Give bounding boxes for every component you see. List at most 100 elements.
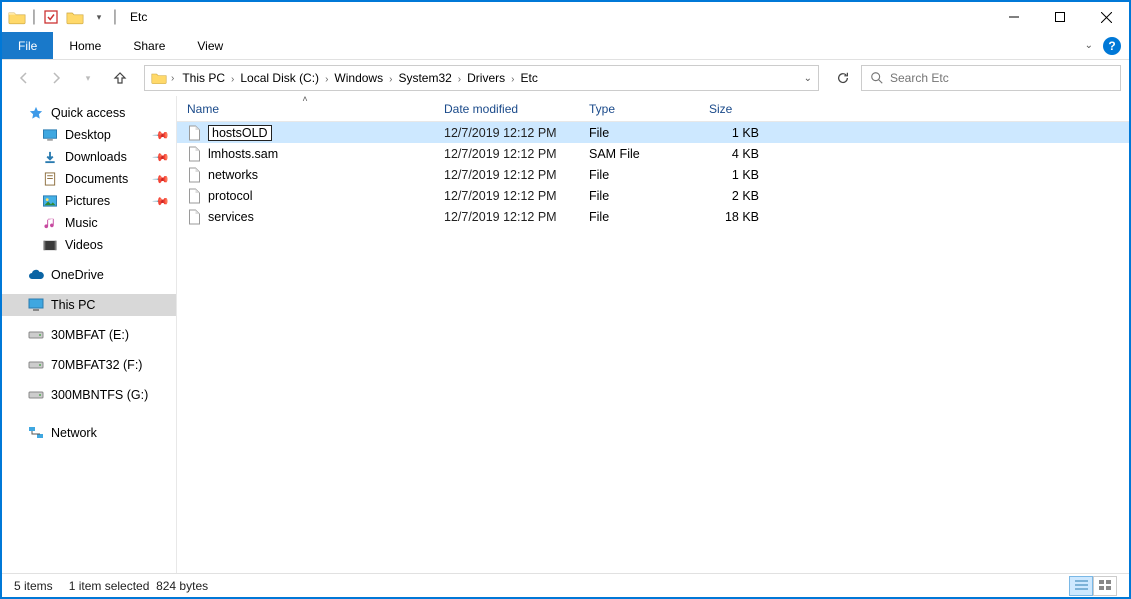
help-icon[interactable]: ?: [1103, 37, 1121, 55]
rename-input[interactable]: hostsOLD: [208, 125, 272, 141]
refresh-button[interactable]: [829, 64, 857, 92]
thumbnails-view-button[interactable]: [1093, 576, 1117, 596]
search-icon: [870, 71, 884, 85]
file-size: 4 KB: [699, 147, 769, 161]
file-tab[interactable]: File: [2, 32, 53, 59]
qat-separator-2: |: [112, 6, 118, 28]
file-icon: [187, 125, 202, 141]
file-row[interactable]: protocol12/7/2019 12:12 PMFile2 KB: [177, 185, 1129, 206]
cloud-icon: [28, 268, 44, 282]
star-icon: [28, 106, 44, 120]
breadcrumb-segment[interactable]: Drivers: [463, 69, 509, 87]
window-title: Etc: [130, 10, 147, 24]
file-type: SAM File: [579, 147, 699, 161]
folder-icon-2[interactable]: [64, 6, 86, 28]
downloads-icon: [42, 150, 58, 164]
folder-icon[interactable]: [6, 6, 28, 28]
close-button[interactable]: [1083, 2, 1129, 32]
sidebar-network[interactable]: Network: [2, 422, 176, 444]
tab-view[interactable]: View: [181, 32, 239, 59]
column-date[interactable]: Date modified: [434, 96, 579, 121]
column-headers: Name ˄ Date modified Type Size: [177, 96, 1129, 122]
file-row[interactable]: networks12/7/2019 12:12 PMFile1 KB: [177, 164, 1129, 185]
sidebar-drive[interactable]: 30MBFAT (E:): [2, 324, 176, 346]
sidebar-item-label: Downloads: [65, 150, 127, 164]
qat-dropdown-icon[interactable]: ▾: [88, 6, 110, 28]
forward-button[interactable]: [42, 64, 70, 92]
sidebar-item-downloads[interactable]: Downloads📌: [2, 146, 176, 168]
recent-dropdown-icon[interactable]: ▾: [74, 64, 102, 92]
file-icon: [187, 209, 202, 225]
pin-icon: 📌: [152, 126, 171, 145]
breadcrumb-segment[interactable]: Etc: [516, 69, 541, 87]
file-list[interactable]: hostsOLD12/7/2019 12:12 PMFile1 KBlmhost…: [177, 122, 1129, 573]
file-name: protocol: [208, 189, 252, 203]
address-folder-icon: [151, 71, 167, 85]
file-size: 2 KB: [699, 189, 769, 203]
file-date: 12/7/2019 12:12 PM: [434, 126, 579, 140]
address-dropdown-icon[interactable]: ⌄: [804, 73, 812, 84]
sidebar-item-pictures[interactable]: Pictures📌: [2, 190, 176, 212]
file-type: File: [579, 126, 699, 140]
properties-icon[interactable]: [40, 6, 62, 28]
pictures-icon: [42, 194, 58, 208]
search-input[interactable]: [890, 71, 1112, 85]
sidebar-item-label: Music: [65, 216, 98, 230]
sidebar-label: This PC: [51, 298, 95, 312]
sidebar-onedrive[interactable]: OneDrive: [2, 264, 176, 286]
chevron-right-icon[interactable]: ›: [169, 73, 176, 84]
file-date: 12/7/2019 12:12 PM: [434, 168, 579, 182]
tab-home[interactable]: Home: [53, 32, 117, 59]
expand-ribbon-icon[interactable]: ⌄: [1085, 40, 1093, 51]
details-view-button[interactable]: [1069, 576, 1093, 596]
sidebar-item-documents[interactable]: Documents📌: [2, 168, 176, 190]
breadcrumb-segment[interactable]: Windows: [330, 69, 387, 87]
nav-bar: ▾ › This PC›Local Disk (C:)›Windows›Syst…: [2, 60, 1129, 96]
maximize-button[interactable]: [1037, 2, 1083, 32]
sidebar-item-label: 70MBFAT32 (F:): [51, 358, 142, 372]
sort-ascending-icon: ˄: [302, 96, 307, 104]
file-row[interactable]: lmhosts.sam12/7/2019 12:12 PMSAM File4 K…: [177, 143, 1129, 164]
column-label: Name: [187, 102, 219, 116]
monitor-icon: [28, 298, 44, 312]
up-button[interactable]: [106, 64, 134, 92]
file-size: 1 KB: [699, 126, 769, 140]
sidebar-item-label: 30MBFAT (E:): [51, 328, 129, 342]
column-type[interactable]: Type: [579, 96, 699, 121]
minimize-button[interactable]: [991, 2, 1037, 32]
breadcrumb-segment[interactable]: This PC: [178, 69, 229, 87]
sidebar-label: OneDrive: [51, 268, 104, 282]
file-type: File: [579, 210, 699, 224]
sidebar-item-desktop[interactable]: Desktop 📌: [2, 124, 176, 146]
file-row[interactable]: services12/7/2019 12:12 PMFile18 KB: [177, 206, 1129, 227]
file-row[interactable]: hostsOLD 12/7/2019 12:12 PMFile1 KB: [177, 122, 1129, 143]
search-box[interactable]: [861, 65, 1121, 91]
sidebar-this-pc[interactable]: This PC: [2, 294, 176, 316]
breadcrumb-segment[interactable]: Local Disk (C:): [236, 69, 323, 87]
content-pane: Name ˄ Date modified Type Size hostsOLD 1…: [177, 96, 1129, 573]
sidebar-item-videos[interactable]: Videos: [2, 234, 176, 256]
music-icon: [42, 216, 58, 230]
sidebar-item-music[interactable]: Music: [2, 212, 176, 234]
quick-access-toolbar: | ▾ |: [2, 6, 122, 28]
pin-icon: 📌: [152, 192, 171, 211]
file-icon: [187, 146, 202, 162]
sidebar-drive[interactable]: 300MBNTFS (G:): [2, 384, 176, 406]
back-button[interactable]: [10, 64, 38, 92]
file-name: lmhosts.sam: [208, 147, 278, 161]
address-bar[interactable]: › This PC›Local Disk (C:)›Windows›System…: [144, 65, 819, 91]
file-date: 12/7/2019 12:12 PM: [434, 189, 579, 203]
file-icon: [187, 167, 202, 183]
tab-share[interactable]: Share: [117, 32, 181, 59]
breadcrumb: This PC›Local Disk (C:)›Windows›System32…: [178, 69, 541, 87]
videos-icon: [42, 238, 58, 252]
sidebar-drive[interactable]: 70MBFAT32 (F:): [2, 354, 176, 376]
documents-icon: [42, 172, 58, 186]
column-name[interactable]: Name ˄: [177, 96, 434, 121]
breadcrumb-segment[interactable]: System32: [394, 69, 455, 87]
column-size[interactable]: Size: [699, 96, 769, 121]
sidebar-item-label: 300MBNTFS (G:): [51, 388, 148, 402]
drive-icon: [28, 388, 44, 402]
sidebar-quick-access[interactable]: Quick access: [2, 102, 176, 124]
sidebar-item-label: Desktop: [65, 128, 111, 142]
